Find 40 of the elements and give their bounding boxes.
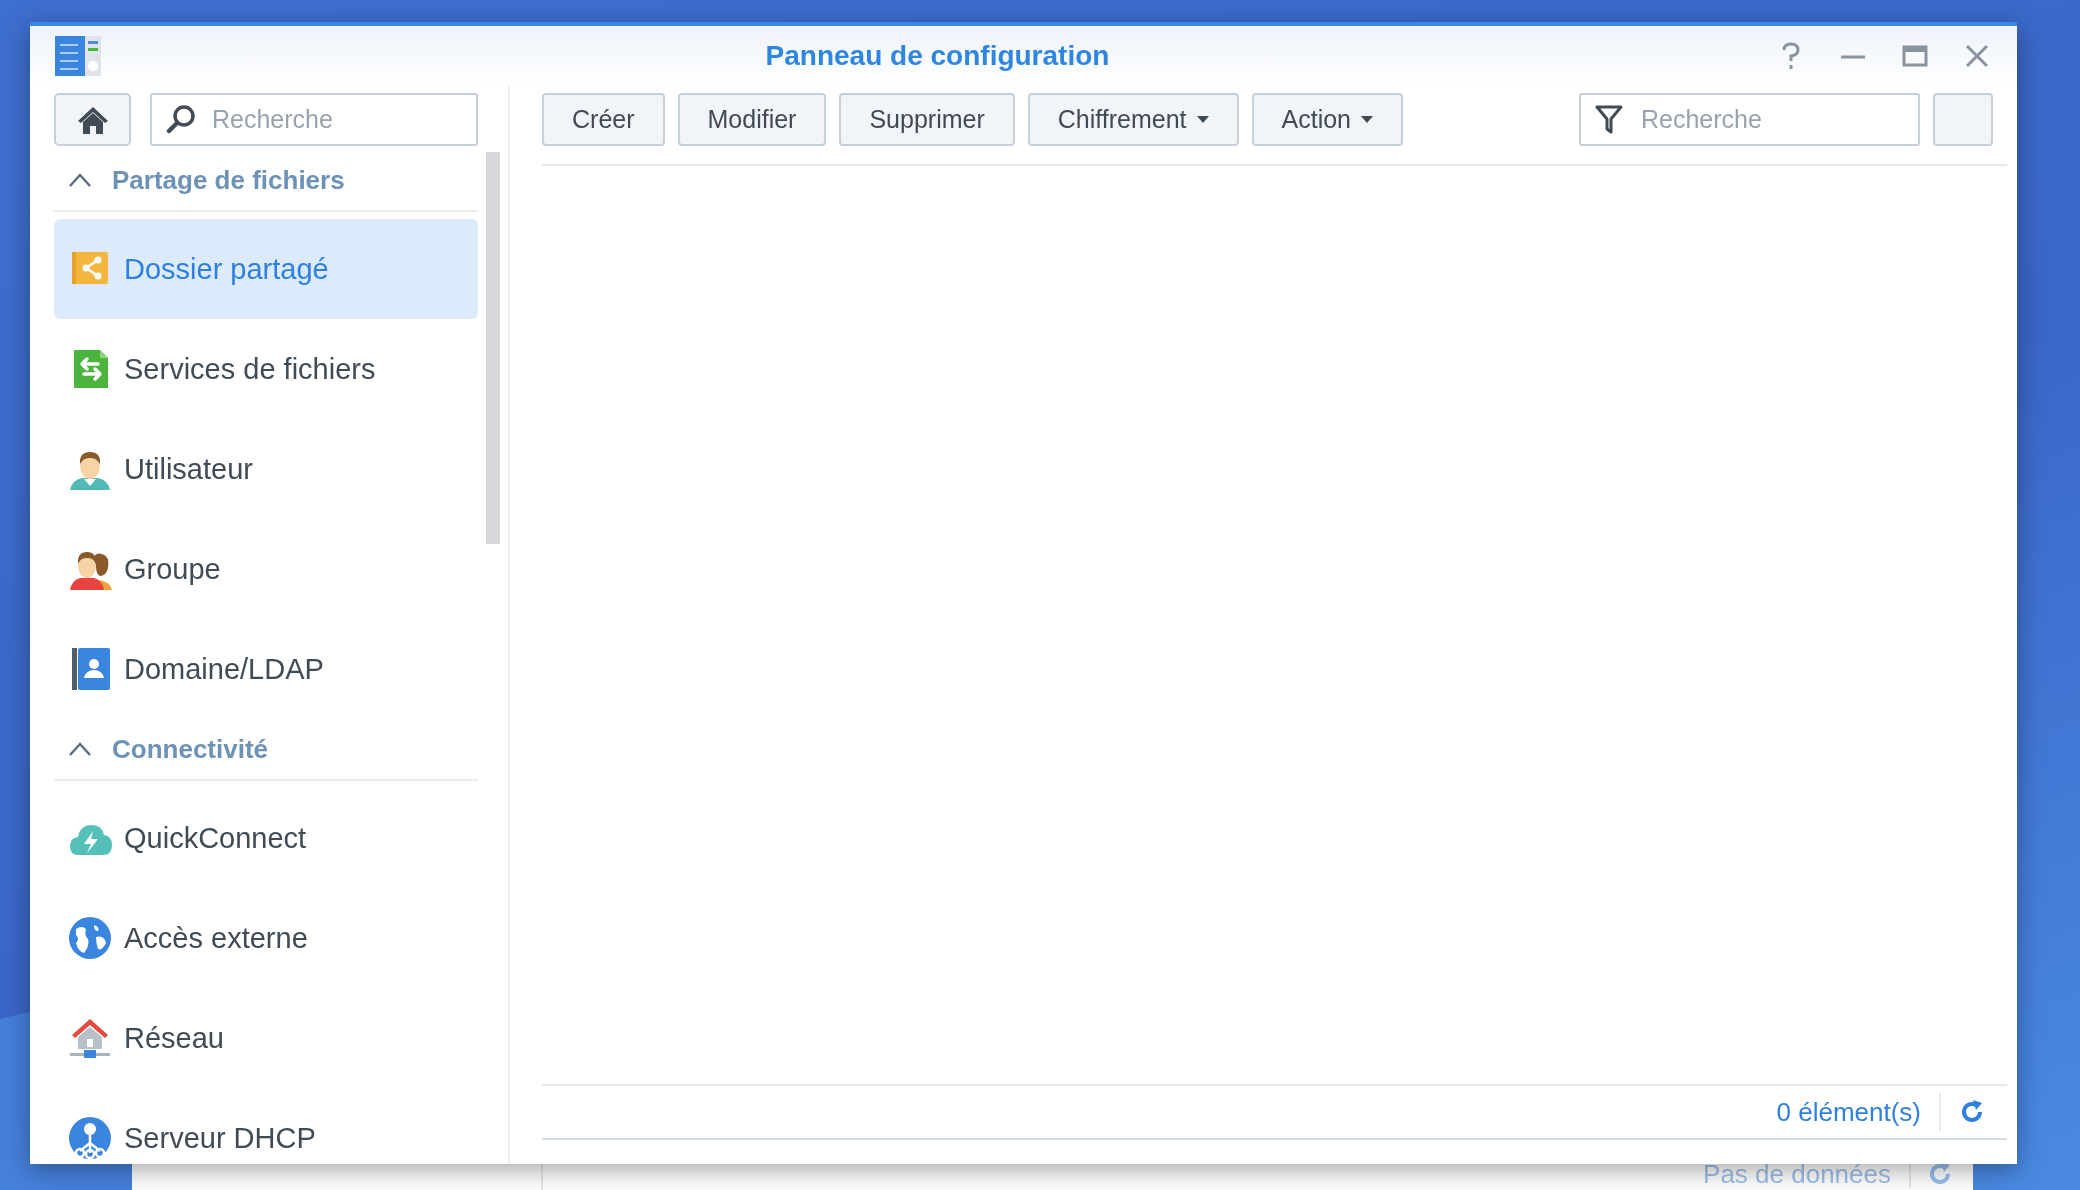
home-icon [76,104,109,135]
section-title: Partage de fichiers [112,164,345,196]
search-icon [166,104,196,134]
globe-icon [68,915,112,961]
item-label: Services de fichiers [124,352,376,386]
item-label: Groupe [124,552,221,586]
sidebar-item[interactable]: Domaine/LDAP [54,619,478,719]
item-label: Réseau [124,1021,224,1055]
window-title: Panneau de configuration [764,40,1111,72]
scrollbar-thumb[interactable] [486,152,500,544]
sidebar-item[interactable]: Serveur DHCP [54,1088,478,1164]
app-icon [54,35,102,77]
network-nodes-icon [68,1115,112,1161]
sidebar-item[interactable]: Réseau [54,988,478,1088]
sidebar-item[interactable]: Accès externe [54,888,478,988]
item-count: 0 élément(s) [1776,1093,1941,1131]
item-label: Domaine/LDAP [124,652,324,686]
item-label: Accès externe [124,921,308,955]
refresh-icon[interactable] [1959,1099,1985,1125]
sidebar-item[interactable]: Services de fichiers [54,319,478,419]
item-label: Serveur DHCP [124,1121,316,1155]
sidebar-item[interactable]: Groupe [54,519,478,619]
toolbar-button[interactable]: Créer [542,93,665,146]
search-field[interactable]: Recherche [150,93,478,146]
refresh-icon[interactable] [1927,1161,1953,1187]
item-label: Dossier partagé [124,252,329,286]
sidebar-item[interactable]: QuickConnect [54,788,478,888]
item-label: QuickConnect [124,821,307,855]
home-button[interactable] [54,93,131,146]
filter-icon [1595,104,1623,134]
section-title: Connectivité [112,733,269,765]
caret-icon [1196,116,1209,123]
item-label: Utilisateur [124,452,253,486]
toolbar-button[interactable]: Action [1251,93,1403,146]
caret-icon [1361,116,1373,123]
toolbar-button[interactable]: Modifier [677,93,827,146]
sidebar-item[interactable]: Utilisateur [54,419,478,519]
toolbar-button[interactable]: Supprimer [839,93,1015,146]
filter-search-field[interactable]: Recherche [1579,93,1920,146]
toolbar-button[interactable]: Chiffrement [1027,93,1239,146]
